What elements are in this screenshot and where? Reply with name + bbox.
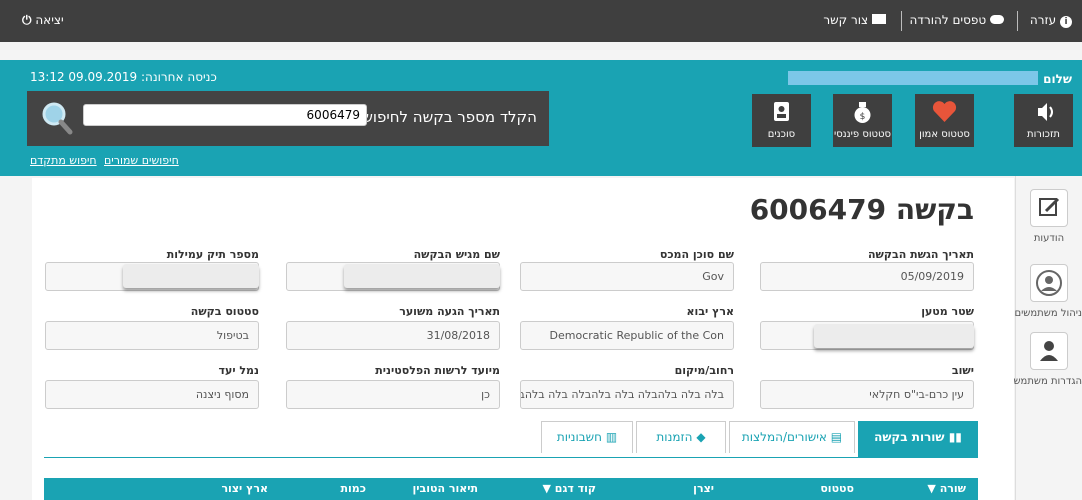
tab-invoices[interactable]: ▥ חשבוניות — [541, 421, 633, 453]
sidenav-item-user-settings[interactable]: הגדרות משתמש — [1013, 332, 1082, 387]
filter-icon[interactable]: ▼ — [542, 482, 550, 495]
palestinian-field[interactable]: כן — [286, 380, 500, 409]
tile-agents[interactable]: סוכנים — [752, 94, 811, 147]
column-header-manufacturer[interactable]: יצרן — [693, 482, 714, 495]
column-header-model-code[interactable]: קוד דגם ▼ — [542, 482, 596, 495]
download-forms-link[interactable]: טפסים להורדה — [910, 13, 1004, 27]
divider — [901, 11, 902, 31]
column-header-origin-country[interactable]: ארץ יצור — [221, 482, 268, 495]
request-panel: בקשה 6006479 תאריך הגשת הבקשה 05/09/2019… — [32, 178, 1014, 500]
street-field[interactable]: בלה בלה בלהבלה בלה בלהבלה בלה בלהבלה — [520, 380, 734, 409]
tile-label: סוכנים — [767, 129, 796, 140]
download-forms-label: טפסים להורדה — [909, 13, 987, 27]
contact-link[interactable]: צור קשר — [823, 13, 886, 27]
submit-date-field[interactable]: 05/09/2019 — [760, 262, 974, 291]
user-circle-icon — [1030, 264, 1068, 302]
commission-file-label: מספר תיק עמילות — [166, 248, 259, 261]
column-header-line[interactable]: שורה ▼ — [927, 482, 966, 495]
sidenav-item-user-management[interactable]: ניהול משתמשים — [1014, 264, 1082, 319]
heart-icon — [932, 101, 957, 122]
arrival-date-field[interactable]: 31/08/2018 — [286, 321, 500, 350]
contact-label: צור קשר — [823, 13, 869, 27]
filter-icon[interactable]: ▼ — [927, 482, 935, 495]
tab-label: שורות בקשה — [874, 430, 945, 444]
tile-label: תזכורות — [1027, 129, 1060, 140]
document-icon: ▤ — [830, 430, 843, 444]
tab-approvals[interactable]: ▤ אישורים/המלצות — [729, 421, 855, 453]
tile-financial-status[interactable]: $ סטטוס פיננסי — [833, 94, 892, 147]
tab-orders[interactable]: ◆ הזמנות — [636, 421, 726, 453]
info-icon: i — [1060, 16, 1072, 28]
request-status-label: סטטוס בקשה — [190, 305, 259, 318]
user-icon — [1030, 332, 1068, 370]
redacted-value — [814, 324, 974, 348]
tile-label: סטטוס פיננסי — [833, 129, 892, 140]
applicant-name-label: שם מגיש הבקשה — [413, 248, 500, 261]
power-icon: ⏻ — [22, 13, 32, 27]
edit-icon — [1030, 189, 1068, 227]
redacted-value — [123, 264, 259, 288]
envelope-icon — [872, 14, 886, 24]
svg-text:$: $ — [860, 112, 866, 122]
column-header-status[interactable]: סטטוס — [820, 482, 854, 495]
palestinian-label: מיועד לרשות הפלסטינית — [375, 364, 500, 377]
agent-card-icon — [774, 102, 789, 121]
advanced-search-link[interactable]: חיפוש מתקדם — [30, 154, 97, 167]
arrival-date-label: תאריך הגעה משוער — [399, 305, 500, 318]
user-name-redacted — [788, 71, 1038, 85]
search-box: הקלד מספר בקשה לחיפוש — [27, 91, 549, 146]
table-header: שורה ▼ סטטוס יצרן קוד דגם ▼ תיאור הטובין… — [44, 478, 978, 500]
request-tabs: ▮▮ שורות בקשה ▤ אישורים/המלצות ◆ הזמנות … — [44, 421, 978, 458]
agent-name-label: שם סוכן המכס — [659, 248, 734, 261]
settlement-label: ישוב — [951, 364, 974, 377]
tab-label: חשבוניות — [556, 430, 603, 444]
speaker-icon — [1038, 103, 1053, 121]
divider — [1017, 11, 1018, 31]
side-nav: הודעות ניהול משתמשים הגדרות משתמש — [1013, 176, 1082, 500]
tab-label: הזמנות — [656, 430, 693, 444]
sidenav-label: הודעות — [1033, 233, 1065, 244]
street-label: רחוב/מיקום — [674, 364, 734, 377]
tile-label: סטטוס אמון — [919, 129, 970, 140]
import-country-label: ארץ יבוא — [686, 305, 734, 318]
invoice-icon: ▥ — [605, 430, 618, 444]
settlement-field[interactable]: עין כרם-בי"ס חקלאי — [760, 380, 974, 409]
bill-of-lading-label: שטר מטען — [921, 305, 974, 318]
tile-reminders[interactable]: תזכורות — [1014, 94, 1073, 147]
search-input[interactable] — [83, 104, 367, 126]
logout-link[interactable]: יציאה ⏻ — [22, 13, 64, 28]
help-label: עזרה — [1029, 13, 1057, 27]
money-bag-icon: $ — [854, 102, 871, 123]
tab-label: אישורים/המלצות — [741, 430, 827, 444]
bar-chart-icon: ▮▮ — [948, 430, 962, 444]
header-panel: שלום כניסה אחרונה: 09.09.2019 13:12 הקלד… — [0, 60, 1082, 176]
redacted-value — [344, 264, 500, 288]
tag-icon: ◆ — [696, 430, 706, 444]
help-link[interactable]: i עזרה — [1030, 13, 1072, 28]
tile-trust-status[interactable]: סטטוס אמון — [915, 94, 974, 147]
tab-request-lines[interactable]: ▮▮ שורות בקשה — [858, 421, 978, 457]
search-icon[interactable] — [41, 101, 73, 135]
destination-port-field[interactable]: מסוף ניצנה — [45, 380, 259, 409]
sidenav-item-messages[interactable]: הודעות — [1016, 189, 1082, 244]
agent-name-field[interactable]: Gov — [520, 262, 734, 291]
top-bar: i עזרה טפסים להורדה צור קשר יציאה ⏻ — [0, 0, 1082, 42]
column-label: שורה — [939, 482, 966, 495]
sidenav-label: ניהול משתמשים — [1014, 308, 1082, 319]
last-login: כניסה אחרונה: 09.09.2019 13:12 — [30, 70, 217, 84]
saved-searches-link[interactable]: חיפושים שמורים — [104, 154, 179, 167]
import-country-field[interactable]: Democratic Republic of the Con — [520, 321, 734, 350]
column-header-description[interactable]: תיאור הטובין — [412, 482, 478, 495]
greeting: שלום — [1043, 72, 1072, 86]
search-label: הקלד מספר בקשה לחיפוש — [362, 108, 537, 126]
sidenav-label: הגדרות משתמש — [1013, 376, 1082, 387]
page-title: בקשה 6006479 — [749, 193, 974, 226]
column-label: קוד דגם — [554, 482, 596, 495]
destination-port-label: נמל יעד — [218, 364, 259, 377]
logout-label: יציאה — [35, 13, 64, 27]
submit-date-label: תאריך הגשת הבקשה — [868, 248, 974, 261]
column-header-quantity[interactable]: כמות — [341, 482, 366, 495]
cloud-download-icon — [990, 15, 1004, 24]
request-status-field[interactable]: בטיפול — [45, 321, 259, 350]
